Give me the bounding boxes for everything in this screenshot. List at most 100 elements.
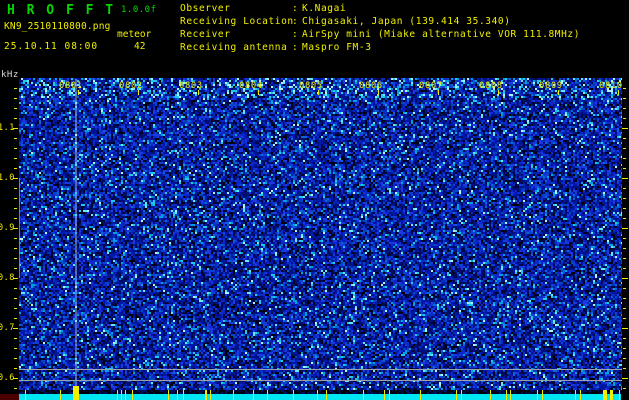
time-label-0810: 0810	[599, 81, 623, 91]
freq-major-tick-right	[622, 278, 628, 279]
freq-minor-tick-right	[623, 208, 626, 209]
info-row-receiver: Receiver: AirSpy mini (Miake alternative …	[180, 29, 580, 40]
freq-minor-tick-right	[623, 108, 626, 109]
freq-major-tick-right	[622, 178, 628, 179]
detection-mark	[603, 390, 607, 400]
freq-minor-tick-right	[623, 98, 626, 99]
freq-minor-tick-left	[14, 218, 17, 219]
meteor-count-label: meteor	[117, 29, 152, 40]
freq-major-tick-right	[622, 228, 628, 229]
detection-mark	[610, 390, 613, 400]
info-separator: :	[292, 29, 299, 40]
time-label-0804: 0804	[239, 81, 263, 91]
freq-minor-tick-left	[14, 288, 17, 289]
freq-label-0.6: 0.6	[0, 373, 15, 383]
detection-mark	[510, 390, 511, 400]
freq-major-tick-left	[13, 278, 18, 279]
freq-minor-tick-left	[14, 208, 17, 209]
freq-minor-tick-left	[14, 308, 17, 309]
detection-mark	[177, 390, 178, 400]
freq-minor-tick-right	[623, 338, 626, 339]
freq-major-tick-right	[622, 328, 628, 329]
time-tick-0809	[558, 90, 559, 95]
freq-minor-tick-right	[623, 198, 626, 199]
freq-minor-tick-left	[14, 158, 17, 159]
time-label-0801: 0801	[59, 81, 83, 91]
time-label-0806: 0806	[359, 81, 383, 91]
freq-label-0.9: 0.9	[0, 223, 15, 233]
detection-mark	[121, 390, 122, 400]
freq-minor-tick-left	[14, 368, 17, 369]
freq-minor-tick-left	[14, 258, 17, 259]
freq-minor-tick-left	[14, 248, 17, 249]
detection-mark	[490, 390, 491, 400]
spectrogram-noise-canvas	[19, 78, 622, 394]
detection-mark	[619, 390, 620, 400]
time-label-0808: 0808	[479, 81, 503, 91]
detection-mark	[363, 390, 364, 400]
meteor-count-value: 42	[134, 41, 146, 52]
freq-minor-tick-right	[623, 358, 626, 359]
long-echo-streak	[75, 79, 77, 394]
freq-minor-tick-left	[14, 188, 17, 189]
time-tick-0803	[198, 90, 199, 95]
freq-minor-tick-left	[14, 148, 17, 149]
detection-mark	[183, 390, 184, 400]
corner-block	[0, 394, 19, 400]
freq-minor-tick-right	[623, 308, 626, 309]
freq-minor-tick-right	[623, 188, 626, 189]
freq-label-0.7: 0.7	[0, 323, 15, 333]
freq-major-tick-left	[13, 378, 18, 379]
time-tick-0806	[378, 90, 379, 95]
detection-mark	[384, 390, 385, 400]
freq-minor-tick-right	[623, 348, 626, 349]
freq-minor-tick-left	[14, 338, 17, 339]
detection-mark	[461, 390, 462, 400]
detection-mark	[117, 390, 118, 400]
freq-minor-tick-right	[623, 368, 626, 369]
time-tick-0808	[498, 90, 499, 95]
info-value: Maspro FM-3	[302, 42, 372, 53]
time-tick-0802	[138, 90, 139, 95]
freq-minor-tick-right	[623, 318, 626, 319]
freq-minor-tick-right	[623, 118, 626, 119]
freq-minor-tick-right	[623, 258, 626, 259]
info-separator: :	[292, 42, 299, 53]
detection-mark	[60, 390, 61, 400]
detection-mark	[456, 390, 457, 400]
info-separator: :	[292, 16, 299, 27]
time-label-0803: 0803	[179, 81, 203, 91]
freq-minor-tick-left	[14, 348, 17, 349]
freq-major-tick-left	[13, 228, 18, 229]
freq-minor-tick-right	[623, 268, 626, 269]
freq-minor-tick-right	[623, 298, 626, 299]
freq-label-0.8: 0.8	[0, 273, 15, 283]
time-label-0805: 0805	[299, 81, 323, 91]
freq-minor-tick-left	[14, 138, 17, 139]
freq-major-tick-right	[622, 128, 628, 129]
info-label: Receiving antenna	[180, 42, 288, 53]
time-tick-0804	[258, 90, 259, 95]
freq-minor-tick-right	[623, 288, 626, 289]
left-edge-signal-line	[19, 178, 20, 278]
detection-mark	[293, 390, 294, 400]
detection-mark	[125, 390, 126, 400]
freq-minor-tick-right	[623, 168, 626, 169]
freq-minor-tick-left	[14, 358, 17, 359]
freq-minor-tick-right	[623, 138, 626, 139]
band-marker-line	[19, 369, 622, 370]
freq-label-1.0: 1.0	[0, 173, 15, 183]
band-marker-line	[19, 380, 622, 381]
freq-minor-tick-right	[623, 388, 626, 389]
detection-mark	[537, 390, 538, 400]
detection-mark	[253, 390, 254, 400]
freq-minor-tick-left	[14, 238, 17, 239]
detection-mark	[389, 390, 390, 400]
freq-minor-tick-left	[14, 118, 17, 119]
freq-label-1.1: 1.1	[0, 123, 15, 133]
freq-minor-tick-right	[623, 238, 626, 239]
detection-mark	[542, 390, 543, 400]
detection-mark	[420, 390, 421, 400]
detection-mark	[580, 390, 581, 400]
time-tick-0805	[318, 90, 319, 95]
